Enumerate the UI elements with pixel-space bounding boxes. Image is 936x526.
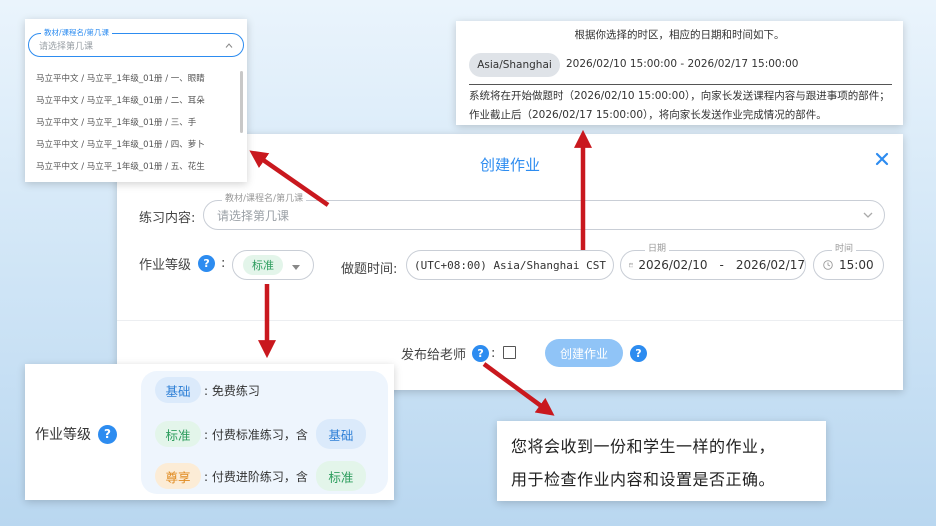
arrow-to-note: [482, 362, 555, 416]
arrow-to-dropdown: [249, 150, 330, 207]
annotation-arrows: [249, 129, 592, 416]
